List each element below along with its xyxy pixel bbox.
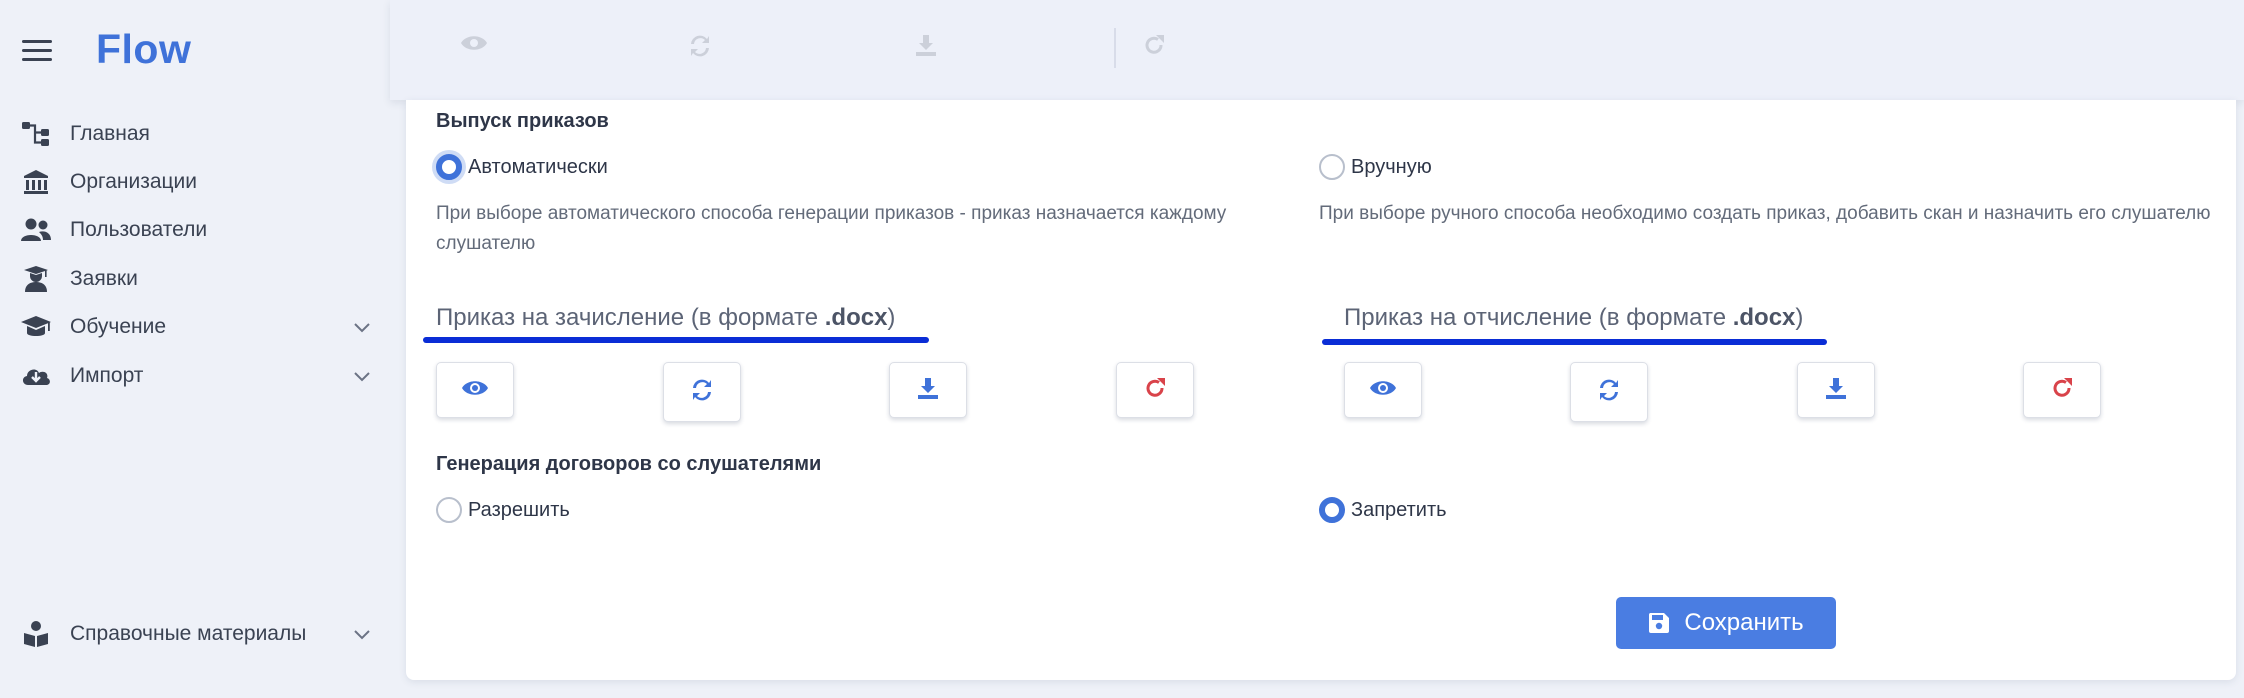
download-icon xyxy=(1824,376,1848,405)
expel-download-button[interactable] xyxy=(1797,362,1875,418)
cloud-download-icon xyxy=(20,360,52,392)
eye-icon xyxy=(460,33,488,58)
redo-icon xyxy=(1143,376,1167,405)
radio-manual-label: Вручную xyxy=(1351,155,1432,178)
enroll-download-button[interactable] xyxy=(889,362,967,418)
radio-manual[interactable]: Вручную xyxy=(1319,154,1432,180)
radio-auto-label: Автоматически xyxy=(468,155,608,178)
redo-icon xyxy=(2050,376,2074,405)
expel-underline xyxy=(1322,339,1827,345)
enroll-title-text: Приказ на зачисление (в формате xyxy=(436,304,825,331)
sidebar-item-label: Главная xyxy=(70,122,150,145)
manual-description: При выборе ручного способа необходимо со… xyxy=(1319,203,2211,224)
sidebar-item-label: Обучение xyxy=(70,315,167,338)
download-icon xyxy=(916,376,940,405)
expel-reset-button[interactable] xyxy=(2023,362,2101,418)
sidebar-item-label: Организации xyxy=(70,170,198,193)
toolbar-divider xyxy=(1114,28,1116,68)
download-icon xyxy=(914,33,938,62)
radio-button[interactable] xyxy=(436,497,462,523)
sidebar: Flow Главная Организации Пользователи За… xyxy=(0,0,390,698)
auto-description: При выборе автоматического способа генер… xyxy=(436,203,1227,254)
radio-button-checked[interactable] xyxy=(436,154,462,180)
sync-icon xyxy=(689,377,715,408)
menu-icon[interactable] xyxy=(22,40,52,62)
top-bar xyxy=(390,0,2244,100)
save-button-label: Сохранить xyxy=(1684,609,1804,636)
graduation-cap-icon xyxy=(20,311,52,343)
sidebar-item-applications[interactable]: Заявки xyxy=(20,259,380,299)
sidebar-item-label: Справочные материалы xyxy=(70,622,307,645)
expel-title-text: Приказ на отчисление (в формате xyxy=(1344,304,1733,331)
chevron-down-icon[interactable] xyxy=(352,624,372,644)
chevron-down-icon[interactable] xyxy=(352,366,372,386)
sitemap-icon xyxy=(20,118,52,150)
app-logo[interactable]: Flow xyxy=(96,26,191,73)
sidebar-item-users[interactable]: Пользователи xyxy=(20,210,380,250)
sidebar-item-learning[interactable]: Обучение xyxy=(20,307,380,347)
sidebar-item-import[interactable]: Импорт xyxy=(20,356,380,396)
sidebar-item-label: Импорт xyxy=(70,364,144,387)
sidebar-item-label: Пользователи xyxy=(70,218,208,241)
enroll-title-suffix: ) xyxy=(887,304,896,331)
users-icon xyxy=(20,214,52,246)
institution-icon xyxy=(20,166,52,198)
expel-view-button[interactable] xyxy=(1344,362,1422,418)
floppy-disk-icon xyxy=(1648,612,1670,634)
eye-icon xyxy=(1369,378,1397,403)
radio-allow[interactable]: Разрешить xyxy=(436,497,570,523)
expel-order-title: Приказ на отчисление (в формате .docx) xyxy=(1344,304,1803,332)
enroll-underline xyxy=(423,337,929,343)
save-button[interactable]: Сохранить xyxy=(1616,597,1836,649)
sync-icon xyxy=(1596,377,1622,408)
contracts-section-title: Генерация договоров со слушателями xyxy=(436,453,822,475)
orders-settings-card: Выпуск приказов Автоматически Вручную Пр… xyxy=(406,100,2236,680)
user-graduate-icon xyxy=(20,263,52,295)
radio-button[interactable] xyxy=(1319,154,1345,180)
expel-title-suffix: ) xyxy=(1795,304,1804,331)
redo-icon xyxy=(1142,33,1166,62)
radio-button-checked[interactable] xyxy=(1319,497,1345,523)
radio-deny[interactable]: Запретить xyxy=(1319,497,1447,523)
expel-regenerate-button[interactable] xyxy=(1570,362,1648,422)
enroll-regenerate-button[interactable] xyxy=(663,362,741,422)
enroll-reset-button[interactable] xyxy=(1116,362,1194,418)
sidebar-item-home[interactable]: Главная xyxy=(20,114,380,154)
radio-auto[interactable]: Автоматически xyxy=(436,154,608,180)
expel-format: .docx xyxy=(1732,304,1796,331)
enroll-format: .docx xyxy=(824,304,888,331)
sync-icon xyxy=(687,33,713,64)
sidebar-item-label: Заявки xyxy=(70,267,138,290)
enroll-order-title: Приказ на зачисление (в формате .docx) xyxy=(436,304,895,332)
radio-deny-label: Запретить xyxy=(1351,498,1447,521)
orders-section-title: Выпуск приказов xyxy=(436,110,609,132)
sidebar-item-organizations[interactable]: Организации xyxy=(20,162,380,202)
sidebar-item-reference[interactable]: Справочные материалы xyxy=(20,614,380,654)
chevron-down-icon[interactable] xyxy=(352,317,372,337)
enroll-view-button[interactable] xyxy=(436,362,514,418)
radio-allow-label: Разрешить xyxy=(468,498,570,521)
eye-icon xyxy=(461,378,489,403)
book-reader-icon xyxy=(20,618,52,650)
